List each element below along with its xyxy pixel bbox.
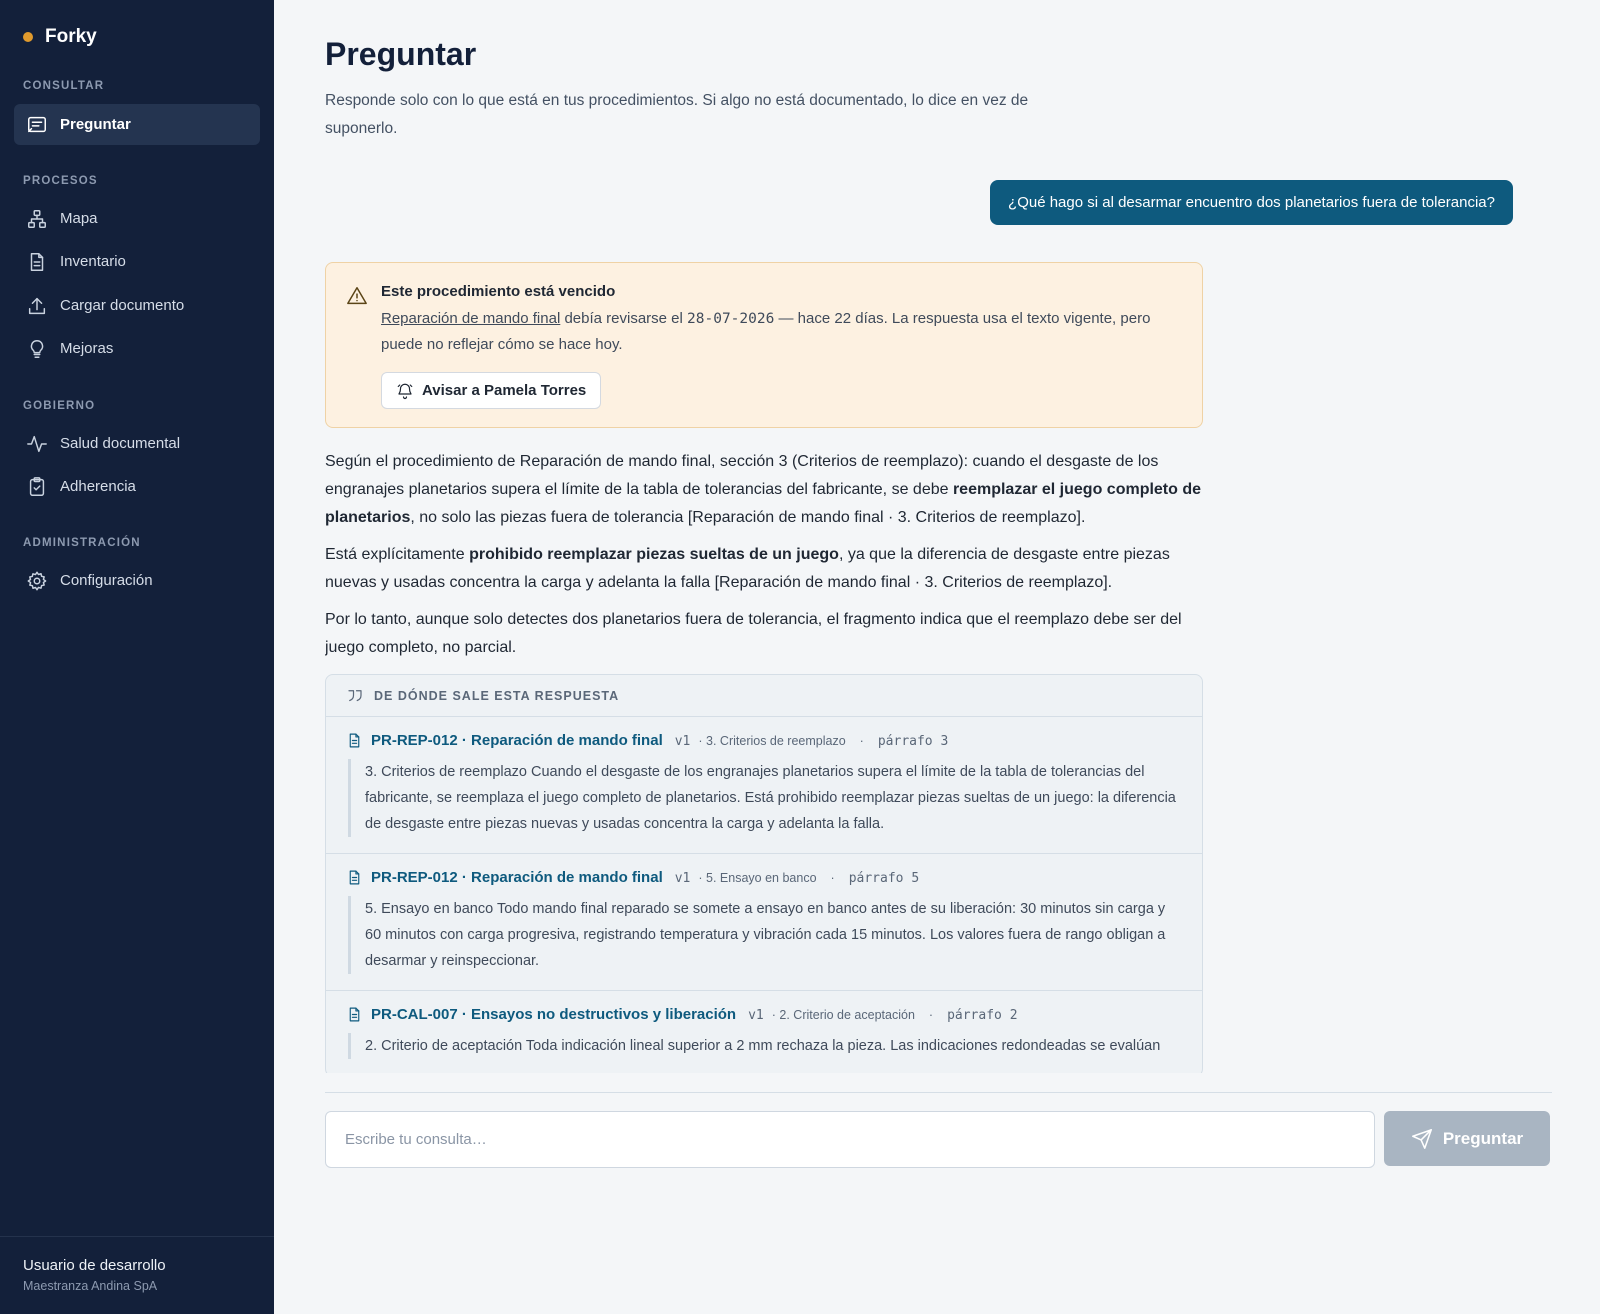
sidebar-item-configuracion[interactable]: Configuración [14, 560, 260, 601]
section-label-administracion: ADMINISTRACIÓN [23, 537, 141, 549]
sitemap-icon [28, 209, 46, 228]
brand-name: Forky [45, 26, 97, 47]
answer-paragraph: Según el procedimiento de Reparación de … [325, 448, 1203, 532]
source-version: v1 [674, 734, 691, 749]
org-name: Maestranza Andina SpA [23, 1279, 158, 1293]
chat-icon [28, 116, 46, 132]
ask-button-label: Preguntar [1442, 1128, 1524, 1148]
sidebar-item-mapa[interactable]: Mapa [14, 198, 260, 239]
notify-owner-label: Avisar a Pamela Torres [422, 382, 587, 399]
answer-text-run: , no solo las piezas fuera de tolerancia… [410, 509, 1086, 526]
sidebar-item-label: Adherencia [60, 478, 136, 495]
procedure-link[interactable]: Reparación de mando final [381, 310, 560, 327]
answer-paragraph: Está explícitamente prohibido reemplazar… [325, 541, 1203, 597]
user-question-bubble: ¿Qué hago si al desarmar encuentro dos p… [990, 180, 1513, 225]
notify-owner-button[interactable]: Avisar a Pamela Torres [381, 372, 602, 409]
answer-scroll-area[interactable]: Este procedimiento está vencido Reparaci… [325, 262, 1203, 1073]
expired-warning: Este procedimiento está vencido Reparaci… [325, 262, 1203, 428]
source-separator: · [928, 1008, 934, 1022]
sources-header-label: DE DÓNDE SALE ESTA RESPUESTA [374, 688, 620, 703]
section-label-consultar: CONSULTAR [23, 80, 105, 92]
source-title[interactable]: PR-CAL-007 · Ensayos no destructivos y l… [371, 1006, 736, 1023]
lightbulb-icon [30, 339, 44, 358]
source-section: · 3. Criterios de reemplazo [698, 734, 846, 748]
answer-paragraph: Por lo tanto, aunque solo detectes dos p… [325, 611, 1182, 656]
warning-text: Reparación de mando final debía revisars… [381, 306, 1182, 358]
warning-title: Este procedimiento está vencido [381, 283, 616, 300]
activity-icon [27, 435, 47, 452]
due-date: 28-07-2026 [687, 311, 775, 327]
composer-divider [325, 1092, 1552, 1093]
source-version: v1 [748, 1008, 764, 1023]
sources-header: DE DÓNDE SALE ESTA RESPUESTA [326, 675, 1202, 717]
source-paragraph: párrafo 5 [848, 871, 920, 886]
page-title: Preguntar [325, 36, 477, 72]
source-title[interactable]: PR-REP-012 · Reparación de mando final [371, 869, 663, 886]
source-section: · 5. Ensayo en banco [698, 871, 817, 885]
source-item[interactable]: PR-REP-012 · Reparación de mando final v… [326, 717, 1202, 854]
sources-panel: DE DÓNDE SALE ESTA RESPUESTA PR-REP-012 … [325, 674, 1203, 1073]
page-subtitle: Responde solo con lo que está en tus pro… [325, 92, 1029, 137]
sidebar-item-cargar-documento[interactable]: Cargar documento [14, 285, 260, 326]
sidebar-item-label: Cargar documento [60, 297, 185, 314]
sidebar-item-label: Inventario [60, 253, 126, 270]
document-icon [30, 252, 44, 271]
sidebar-item-label: Configuración [60, 572, 153, 589]
section-label-gobierno: GOBIERNO [23, 400, 96, 412]
gear-icon [27, 571, 47, 590]
warning-icon [347, 287, 367, 305]
source-item[interactable]: PR-REP-012 · Reparación de mando final v… [326, 854, 1202, 991]
sidebar-item-preguntar[interactable]: Preguntar [14, 104, 260, 145]
bell-icon [397, 383, 413, 399]
sidebar-item-mejoras[interactable]: Mejoras [14, 328, 260, 369]
sidebar-item-inventario[interactable]: Inventario [14, 241, 260, 282]
answer-text: Según el procedimiento de Reparación de … [325, 448, 1203, 662]
source-title[interactable]: PR-REP-012 · Reparación de mando final [371, 732, 663, 749]
brand-dot-icon [23, 32, 33, 42]
answer-emphasis: prohibido reemplazar piezas sueltas de u… [469, 546, 839, 563]
source-meta: PR-CAL-007 · Ensayos no destructivos y l… [346, 1006, 1182, 1023]
source-separator: · [859, 734, 864, 748]
send-icon [1411, 1128, 1432, 1149]
source-quote: 2. Criterio de aceptación Toda indicació… [348, 1033, 1182, 1059]
source-paragraph: párrafo 3 [877, 734, 949, 749]
source-meta: PR-REP-012 · Reparación de mando final v… [346, 732, 1182, 749]
sidebar-item-label: Mejoras [60, 340, 114, 357]
sidebar-item-salud-documental[interactable]: Salud documental [14, 423, 260, 464]
sidebar-item-label: Preguntar [60, 116, 131, 133]
document-icon [349, 1007, 360, 1022]
document-icon [349, 733, 360, 748]
source-quote: 5. Ensayo en banco Todo mando final repa… [348, 896, 1182, 974]
source-separator: · [830, 871, 835, 885]
user-name: Usuario de desarrollo [23, 1257, 166, 1274]
source-version: v1 [674, 871, 691, 886]
main-area: Preguntar Responde solo con lo que está … [274, 0, 1600, 1314]
source-paragraph: párrafo 2 [947, 1008, 1018, 1023]
ask-button[interactable]: Preguntar [1384, 1111, 1550, 1166]
answer-text-run: Está explícitamente [325, 546, 470, 563]
sidebar-item-adherencia[interactable]: Adherencia [14, 466, 260, 507]
clipboard-check-icon [29, 476, 45, 496]
user-info[interactable]: Usuario de desarrollo Maestranza Andina … [0, 1236, 274, 1293]
source-section: · 2. Criterio de aceptación [771, 1008, 915, 1022]
document-icon [349, 870, 360, 885]
source-item[interactable]: PR-CAL-007 · Ensayos no destructivos y l… [326, 991, 1202, 1073]
source-quote: 3. Criterios de reemplazo Cuando el desg… [348, 759, 1182, 837]
source-meta: PR-REP-012 · Reparación de mando final v… [346, 869, 1182, 886]
sidebar: Forky CONSULTAR Preguntar PROCESOS Mapa … [0, 0, 274, 1314]
sidebar-item-label: Salud documental [60, 435, 181, 452]
section-label-procesos: PROCESOS [23, 175, 98, 187]
upload-icon [28, 297, 46, 314]
quote-icon [348, 689, 362, 701]
brand[interactable]: Forky [23, 26, 97, 48]
sidebar-item-label: Mapa [60, 210, 98, 227]
warning-text-a: debía revisarse el [560, 310, 688, 327]
query-input[interactable] [325, 1111, 1375, 1168]
